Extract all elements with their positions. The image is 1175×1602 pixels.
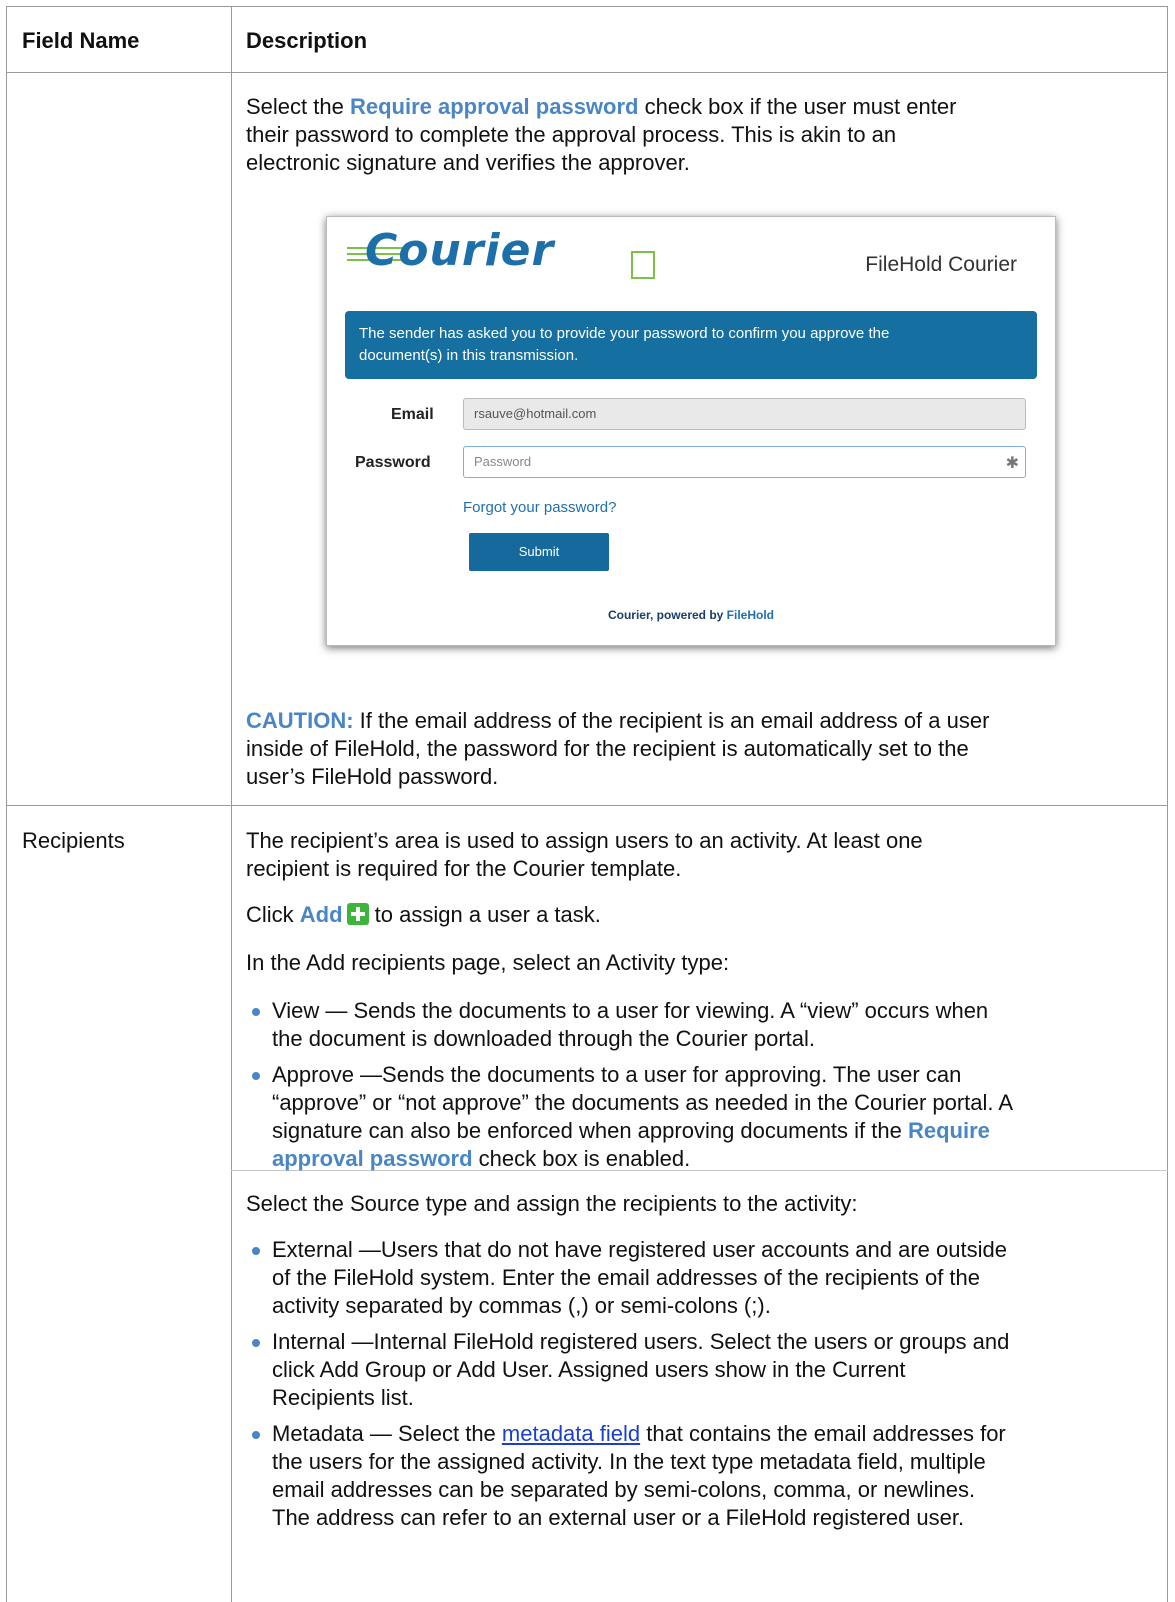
text-span: External —Users that do not have registe… xyxy=(272,1237,1007,1262)
email-field[interactable]: rsauve@hotmail.com xyxy=(463,398,1026,430)
footer-brand-link[interactable]: FileHold xyxy=(727,608,774,622)
text-span: Click xyxy=(246,902,300,927)
list-item-view: View — Sends the documents to a user for… xyxy=(246,997,1166,1053)
text-span: The recipient’s area is used to assign u… xyxy=(246,828,923,853)
approval-password-term: approval password xyxy=(272,1146,473,1171)
header-field-name: Field Name xyxy=(22,28,140,53)
list-item-internal: Internal —Internal FileHold registered u… xyxy=(246,1328,1166,1412)
text-span: the users for the assigned activity. In … xyxy=(272,1449,986,1474)
courier-login-screenshot: Courier FileHold Courier The sender has … xyxy=(326,216,1056,646)
required-asterisk-icon: ✱ xyxy=(1005,455,1019,472)
list-item-metadata: Metadata — Select the metadata field tha… xyxy=(246,1420,1166,1532)
text-span: that contains the email addresses for xyxy=(640,1421,1006,1446)
list-item-approve: Approve —Sends the documents to a user f… xyxy=(246,1061,1166,1173)
text-span: Internal —Internal FileHold registered u… xyxy=(272,1329,1010,1354)
brand-title: FileHold Courier xyxy=(865,253,1017,276)
submit-button[interactable]: Submit xyxy=(469,533,609,571)
text-span: signature can also be enforced when appr… xyxy=(272,1118,908,1143)
table-border-right xyxy=(1167,6,1168,1602)
text-span: View — Sends the documents to a user for… xyxy=(272,998,989,1023)
require-password-paragraph: Select the Require approval password che… xyxy=(246,93,1156,177)
activity-type-list: View — Sends the documents to a user for… xyxy=(246,997,1166,1173)
row-divider xyxy=(6,805,1168,806)
text-span: activity separated by commas (,) or semi… xyxy=(272,1293,771,1318)
require-approval-password-term: Require approval password xyxy=(349,94,639,119)
table-column-divider xyxy=(231,6,232,1602)
text-span: the document is downloaded through the C… xyxy=(272,1026,816,1051)
recipients-intro: The recipient’s area is used to assign u… xyxy=(246,827,1161,883)
caution-note: CAUTION: If the email address of the rec… xyxy=(246,707,1161,791)
list-item-external: External —Users that do not have registe… xyxy=(246,1236,1166,1320)
banner-text: The sender has asked you to provide your… xyxy=(359,325,890,342)
text-span: Approve —Sends the documents to a user f… xyxy=(272,1062,962,1087)
table-border-left xyxy=(6,6,7,1602)
source-type-list: External —Users that do not have registe… xyxy=(246,1236,1166,1532)
metadata-field-link[interactable]: metadata field xyxy=(502,1421,640,1446)
text-span: check box if the user must enter xyxy=(638,94,957,119)
text-span: electronic signature and verifies the ap… xyxy=(246,150,690,175)
text-span: of the FileHold system. Enter the email … xyxy=(272,1265,981,1290)
info-banner: The sender has asked you to provide your… xyxy=(345,311,1037,379)
text-span: email addresses can be separated by semi… xyxy=(272,1477,976,1502)
text-span: Select the xyxy=(246,94,350,119)
field-name-recipients: Recipients xyxy=(22,828,125,853)
powered-by-footer: Courier, powered by FileHold xyxy=(327,608,1055,622)
text-span: If the email address of the recipient is… xyxy=(353,708,990,733)
add-term: Add xyxy=(299,902,343,927)
text-span: user’s FileHold password. xyxy=(246,764,499,789)
activity-type-instruction: In the Add recipients page, select an Ac… xyxy=(246,950,730,975)
add-plus-icon xyxy=(346,903,369,925)
footer-text: Courier, powered by xyxy=(607,608,727,622)
source-type-instruction: Select the Source type and assign the re… xyxy=(246,1191,858,1216)
password-label: Password xyxy=(355,454,431,471)
password-placeholder: Password xyxy=(474,454,532,469)
text-span: inside of FileHold, the password for the… xyxy=(246,736,969,761)
text-span: to assign a user a task. xyxy=(368,902,601,927)
text-span: The address can refer to an external use… xyxy=(272,1505,965,1530)
caution-label: CAUTION: xyxy=(246,708,354,733)
text-span: their password to complete the approval … xyxy=(246,122,897,147)
header-description: Description xyxy=(246,28,368,53)
require-term: Require xyxy=(907,1118,990,1143)
field-description-table: Field Name Description Select the Requir… xyxy=(0,0,1175,1602)
password-field[interactable]: Password ✱ xyxy=(463,446,1026,478)
document-icon xyxy=(631,251,655,279)
forgot-password-link[interactable]: Forgot your password? xyxy=(463,499,616,516)
click-add-instruction: Click Add to assign a user a task. xyxy=(246,901,601,929)
text-span: click Add Group or Add User. Assigned us… xyxy=(272,1357,906,1382)
email-label: Email xyxy=(391,406,434,423)
header-row-divider xyxy=(6,72,1168,73)
banner-text: document(s) in this transmission. xyxy=(359,347,579,364)
text-span: “approve” or “not approve” the documents… xyxy=(272,1090,1014,1115)
courier-logo: Courier xyxy=(365,225,555,276)
table-border-top xyxy=(6,6,1168,7)
text-span: recipient is required for the Courier te… xyxy=(246,856,682,881)
text-span: Recipients list. xyxy=(272,1385,414,1410)
text-span: check box is enabled. xyxy=(472,1146,691,1171)
text-span: Metadata — Select the xyxy=(272,1421,502,1446)
